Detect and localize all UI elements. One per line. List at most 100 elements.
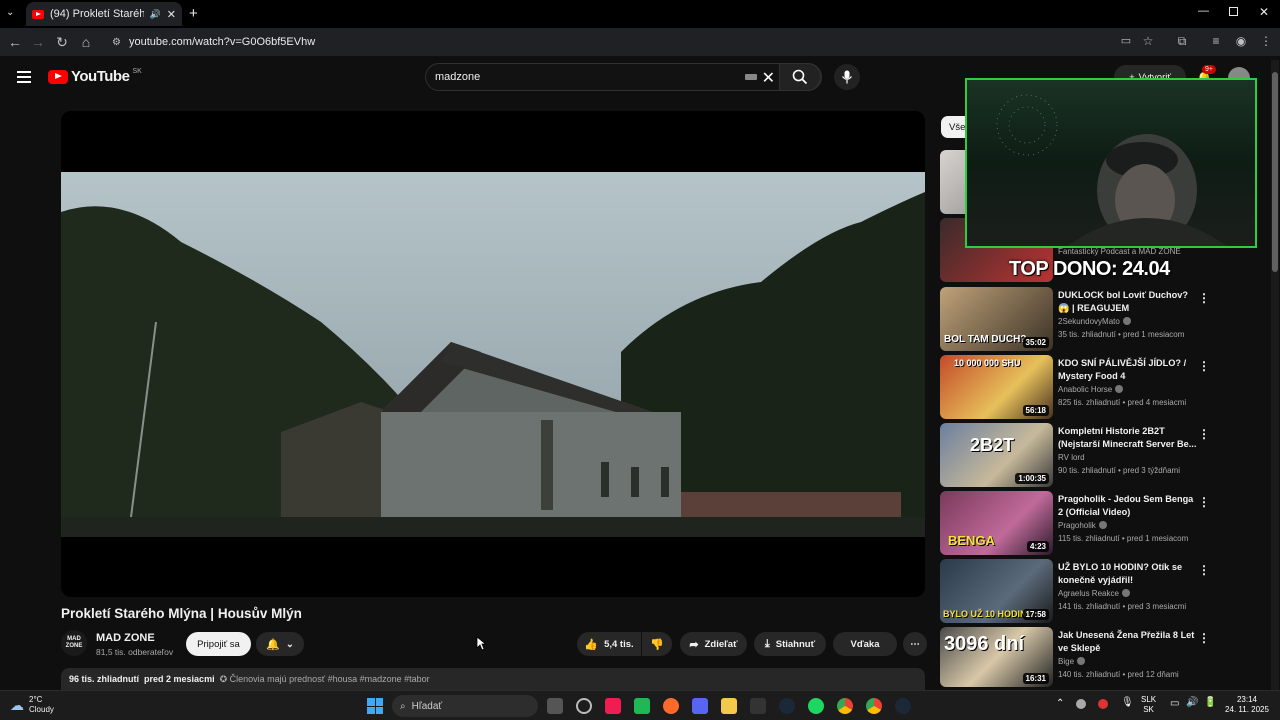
home-icon[interactable]: ⌂ bbox=[78, 34, 94, 50]
download-icon: ⤓ bbox=[764, 637, 770, 650]
file-explorer-icon[interactable] bbox=[721, 698, 737, 714]
tray-steam-icon[interactable] bbox=[1076, 699, 1086, 709]
extensions-icon[interactable]: ⧉ bbox=[1174, 34, 1190, 49]
app-icon-orange[interactable] bbox=[663, 698, 679, 714]
app-icon-circle[interactable] bbox=[576, 698, 592, 714]
thanks-button[interactable]: Vďaka bbox=[833, 632, 897, 656]
network-icon[interactable]: ▭ bbox=[1170, 698, 1179, 709]
tab-list-icon[interactable]: ⌄ bbox=[6, 7, 14, 18]
clock-time: 23:14 bbox=[1236, 695, 1258, 704]
recommendation-item[interactable]: BOL TAM DUCH? 35:02 DUKLOCK bol Loviť Du… bbox=[940, 287, 1270, 351]
close-window-button[interactable]: ✕ bbox=[1259, 5, 1269, 19]
tab-title: (94) Prokletí Starého Mlýna bbox=[50, 8, 144, 20]
logo-region: SK bbox=[132, 68, 142, 75]
steam-icon[interactable] bbox=[779, 698, 795, 714]
app-icon-green[interactable] bbox=[634, 698, 650, 714]
channel-avatar[interactable]: MAD ZONE bbox=[61, 630, 87, 656]
channel-name[interactable]: MAD ZONE bbox=[96, 632, 155, 644]
minimize-button[interactable]: — bbox=[1198, 5, 1209, 17]
tray-chevron-icon[interactable]: ⌃ bbox=[1056, 698, 1064, 709]
media-control-icon[interactable]: ≡ bbox=[1208, 34, 1224, 48]
audio-icon[interactable]: 🔊 bbox=[150, 9, 161, 20]
recommendation-item[interactable]: BYLO UŽ 10 HODIN? 17:58 UŽ BYLO 10 HODIN… bbox=[940, 559, 1270, 623]
thumbnail-text: 3096 dní bbox=[944, 633, 1025, 655]
start-button[interactable] bbox=[367, 698, 383, 714]
volume-icon[interactable]: 🔊 bbox=[1186, 697, 1198, 708]
hamburger-menu-icon[interactable] bbox=[17, 71, 31, 83]
cast-icon[interactable]: ▭ bbox=[1118, 34, 1134, 47]
recommendation-title: KDO SNÍ PÁLIVĚJŠÍ JÍDLO? / Mystery Food … bbox=[1058, 358, 1187, 381]
share-button[interactable]: ➦ Zdieľať bbox=[680, 632, 747, 656]
battery-icon[interactable]: 🔋 bbox=[1204, 697, 1216, 708]
kebab-menu-icon[interactable]: ⋮ bbox=[1198, 427, 1210, 441]
kebab-menu-icon[interactable]: ⋮ bbox=[1198, 359, 1210, 373]
youtube-logo[interactable]: YouTube SK bbox=[48, 68, 142, 85]
verified-icon bbox=[1077, 657, 1086, 665]
language-code-2: SK bbox=[1143, 705, 1154, 714]
recommendation-item[interactable]: 3096 dní 16:31 Jak Unesená Žena Přežila … bbox=[940, 627, 1270, 687]
recommendation-meta: 141 tis. zhliadnutí • pred 3 mesiacmi bbox=[1058, 602, 1187, 611]
share-label: Zdieľať bbox=[704, 638, 738, 650]
kebab-menu-icon[interactable]: ⋮ bbox=[1198, 631, 1210, 645]
epic-games-icon[interactable] bbox=[750, 698, 766, 714]
clear-search-icon[interactable]: ✕ bbox=[762, 68, 775, 88]
recommendation-item[interactable]: 2B2T 1:00:35 Kompletní Historie 2B2T (Ne… bbox=[940, 423, 1270, 487]
address-bar[interactable]: ⚙ youtube.com/watch?v=G0O6bf5EVhw bbox=[104, 31, 1104, 53]
chrome-active-icon[interactable] bbox=[866, 698, 882, 714]
new-tab-button[interactable]: + bbox=[189, 5, 198, 22]
kebab-menu-icon[interactable]: ⋮ bbox=[1198, 291, 1210, 305]
weather-temp: 2°C bbox=[29, 695, 43, 704]
weather-widget[interactable]: ☁ 2°C Cloudy bbox=[10, 695, 54, 715]
taskbar-search[interactable]: ⌕ Hľadať bbox=[392, 695, 538, 717]
scrollbar-thumb[interactable] bbox=[1272, 72, 1278, 272]
forward-icon[interactable]: → bbox=[30, 34, 46, 50]
video-thumbnail: BYLO UŽ 10 HODIN? 17:58 bbox=[940, 559, 1053, 623]
video-thumbnail: 10 000 000 SHU 56:18 bbox=[940, 355, 1053, 419]
subscription-bell-button[interactable]: 🔔 ⌄ bbox=[256, 632, 304, 656]
bookmark-star-icon[interactable]: ☆ bbox=[1140, 34, 1156, 48]
kebab-menu-icon[interactable]: ⋮ bbox=[1198, 563, 1210, 577]
channel-label: Anabolic Horse bbox=[1058, 385, 1113, 394]
bell-icon: 🔔 bbox=[266, 638, 280, 651]
tiktok-icon[interactable] bbox=[605, 698, 621, 714]
chrome-icon[interactable] bbox=[837, 698, 853, 714]
recommendation-channel: 2SekundovyMato bbox=[1058, 317, 1131, 326]
description-box[interactable]: 96 tis. zhliadnutí pred 2 mesiacmi ✪ Čle… bbox=[61, 668, 925, 692]
weather-text: 2°C Cloudy bbox=[29, 695, 54, 715]
more-actions-button[interactable]: ⋯ bbox=[903, 632, 927, 656]
duration-badge: 17:58 bbox=[1022, 609, 1049, 620]
video-thumbnail: 3096 dní 16:31 bbox=[940, 627, 1053, 687]
tray-mic-icon[interactable]: 🎙 bbox=[1121, 697, 1134, 708]
join-button[interactable]: Pripojiť sa bbox=[186, 632, 251, 656]
video-player[interactable] bbox=[61, 111, 925, 597]
browser-tab[interactable]: (94) Prokletí Starého Mlýna 🔊 ✕ bbox=[26, 2, 182, 26]
video-frame bbox=[61, 172, 925, 537]
page-scrollbar[interactable] bbox=[1271, 60, 1279, 690]
recommendation-item[interactable]: 10 000 000 SHU 56:18 KDO SNÍ PÁLIVĚJŠÍ J… bbox=[940, 355, 1270, 419]
recommendation-item[interactable]: BENGA 4:23 Pragoholik - Jedou Sem Benga … bbox=[940, 491, 1270, 555]
language-indicator[interactable]: SLK SK bbox=[1141, 695, 1156, 715]
voice-search-button[interactable] bbox=[834, 64, 860, 90]
spotify-icon[interactable] bbox=[808, 698, 824, 714]
description-tags: ✪ Členovia majú prednosť #housa #madzone… bbox=[219, 674, 430, 684]
tab-close-icon[interactable]: ✕ bbox=[167, 8, 176, 21]
discord-icon[interactable] bbox=[692, 698, 708, 714]
keyboard-icon[interactable] bbox=[745, 74, 757, 80]
profile-icon[interactable]: ◉ bbox=[1233, 34, 1249, 48]
site-info-icon[interactable]: ⚙ bbox=[112, 37, 121, 48]
back-icon[interactable]: ← bbox=[7, 34, 23, 50]
download-button[interactable]: ⤓ Stiahnuť bbox=[754, 632, 826, 656]
like-button[interactable]: 👍 5,4 tis. bbox=[577, 632, 641, 656]
browser-menu-icon[interactable]: ⋮ bbox=[1258, 34, 1274, 48]
steam-tray-icon[interactable] bbox=[895, 698, 911, 714]
dislike-button[interactable]: 👎 bbox=[642, 632, 672, 656]
channel-label: Pragoholik bbox=[1058, 521, 1096, 530]
search-button[interactable] bbox=[779, 63, 821, 91]
tray-app-icon[interactable] bbox=[1098, 699, 1108, 709]
maximize-button[interactable] bbox=[1229, 7, 1238, 16]
reload-icon[interactable]: ↻ bbox=[54, 34, 70, 51]
search-input[interactable]: madzone ✕ bbox=[425, 63, 822, 91]
kebab-menu-icon[interactable]: ⋮ bbox=[1198, 495, 1210, 509]
task-view-icon[interactable] bbox=[547, 698, 563, 714]
clock[interactable]: 23:14 24. 11. 2025 bbox=[1222, 695, 1272, 715]
